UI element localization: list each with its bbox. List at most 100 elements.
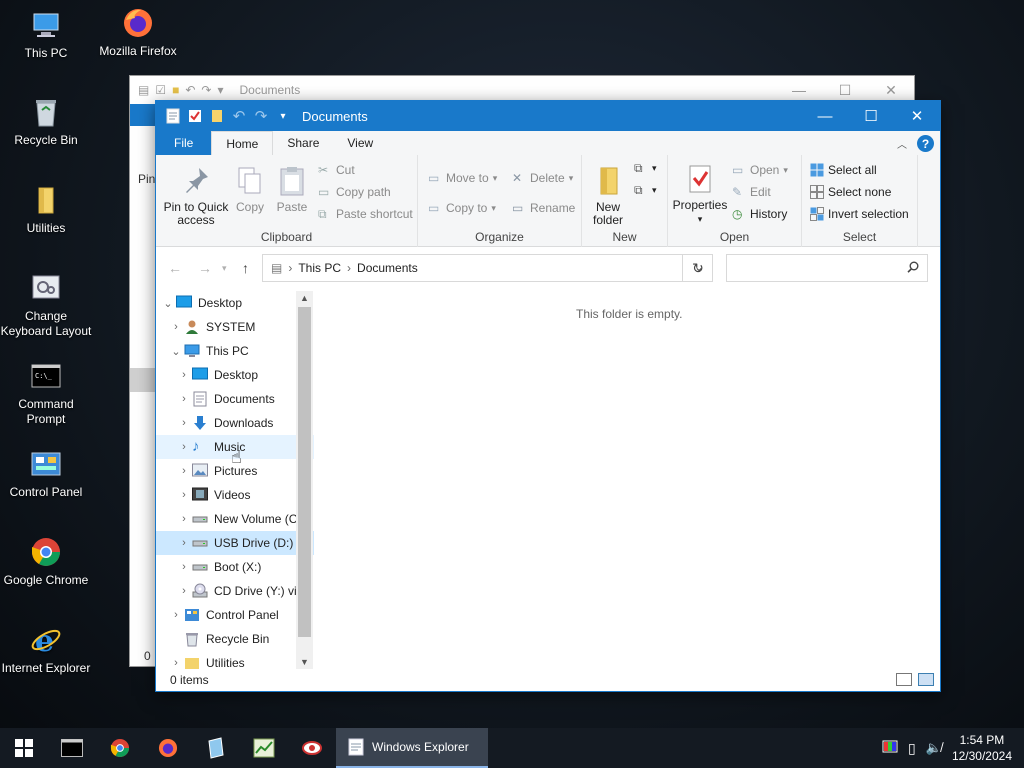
address-bar[interactable]: ▤ › This PC › Documents ⌄ — [262, 254, 713, 282]
tree-item-boot[interactable]: › Boot (X:) — [156, 555, 314, 579]
open-button[interactable]: ▭ Open ▾ — [732, 163, 788, 177]
chevron-right-icon[interactable]: › — [176, 393, 192, 405]
navigation-scrollbar[interactable]: ▲ ▼ — [296, 291, 313, 669]
tree-item-new-volume[interactable]: › New Volume (C — [156, 507, 314, 531]
desktop-icon-internet-explorer[interactable]: e Internet Explorer — [0, 623, 94, 676]
desktop-icon-keyboard-layout[interactable]: Change Keyboard Layout — [0, 271, 94, 339]
scroll-down-button[interactable]: ▼ — [296, 657, 313, 667]
clock[interactable]: 1:54 PM 12/30/2024 — [952, 732, 1012, 764]
tree-item-desktop-root[interactable]: ⌄ Desktop — [156, 291, 314, 315]
taskbar-chrome[interactable] — [96, 728, 144, 768]
tree-item-downloads[interactable]: › Downloads — [156, 411, 314, 435]
taskbar-notepad[interactable] — [192, 728, 240, 768]
taskbar-remote-desktop[interactable] — [288, 728, 336, 768]
chevron-right-icon[interactable]: › — [176, 561, 192, 573]
title-bar[interactable]: ↶ ↷ ▾ Documents — ☐ ✕ — [156, 101, 940, 131]
edit-button[interactable]: ✎ Edit — [732, 185, 771, 199]
cut-button[interactable]: ✂ Cut — [318, 163, 355, 177]
copy-path-button[interactable]: ▭ Copy path — [318, 185, 391, 199]
tree-item-utilities[interactable]: › Utilities — [156, 651, 314, 669]
tree-item-usb-drive[interactable]: › USB Drive (D:) — [156, 531, 314, 555]
taskbar-command-prompt[interactable] — [48, 728, 96, 768]
copy-to-button[interactable]: ▭ Copy to ▾ — [428, 201, 496, 215]
explorer-window[interactable]: ↶ ↷ ▾ Documents — ☐ ✕ File Home Share Vi… — [155, 100, 941, 692]
new-item-button[interactable]: ⧉ ▾ — [634, 161, 657, 175]
pin-quick-access-button[interactable]: Pin to Quick access — [162, 165, 230, 227]
collapse-ribbon-icon[interactable]: ︿ — [897, 136, 907, 151]
maximize-button[interactable]: ☐ — [848, 101, 894, 131]
new-folder-button[interactable]: New folder — [586, 165, 630, 227]
chevron-right-icon[interactable]: › — [168, 609, 184, 621]
desktop-icon-control-panel[interactable]: Control Panel — [0, 447, 94, 500]
chevron-right-icon[interactable]: › — [176, 465, 192, 477]
tree-item-system[interactable]: › SYSTEM — [156, 315, 314, 339]
tree-item-documents[interactable]: › Documents — [156, 387, 314, 411]
invert-selection-button[interactable]: Invert selection — [810, 207, 909, 221]
chevron-down-icon[interactable]: ⌄ — [168, 345, 184, 358]
move-to-button[interactable]: ▭ Move to ▾ — [428, 171, 497, 185]
tree-item-recycle-bin[interactable]: Recycle Bin — [156, 627, 314, 651]
properties-icon[interactable] — [186, 107, 204, 125]
help-button[interactable]: ? — [917, 135, 934, 152]
large-icons-view-icon[interactable] — [918, 673, 934, 686]
minimize-button[interactable]: — — [802, 101, 848, 131]
up-button[interactable]: ↑ — [242, 260, 249, 276]
start-button[interactable] — [0, 728, 48, 768]
desktop-icon-this-pc[interactable]: This PC — [0, 8, 94, 61]
refresh-button[interactable]: ↻ — [682, 254, 713, 282]
navigation-pane[interactable]: ⌄ Desktop › SYSTEM ⌄ This PC › Desktop ›… — [156, 291, 314, 669]
chevron-right-icon[interactable]: › — [168, 657, 184, 669]
paste-button[interactable]: Paste — [272, 165, 312, 214]
tree-item-desktop[interactable]: › Desktop — [156, 363, 314, 387]
usb-icon[interactable]: ▯ — [908, 740, 916, 757]
scroll-up-button[interactable]: ▲ — [296, 293, 313, 303]
desktop-icon-utilities[interactable]: Utilities — [0, 183, 94, 236]
copy-button[interactable]: Copy — [232, 165, 268, 214]
properties-button[interactable]: Properties ▾ — [672, 163, 728, 226]
scrollbar-thumb[interactable] — [298, 307, 311, 637]
redo-icon[interactable]: ↷ — [252, 107, 270, 125]
history-button[interactable]: ◷ History — [732, 207, 787, 221]
tab-share[interactable]: Share — [273, 131, 334, 155]
select-none-button[interactable]: Select none — [810, 185, 891, 199]
delete-button[interactable]: ✕ Delete ▾ — [512, 171, 573, 185]
chevron-right-icon[interactable]: › — [176, 585, 192, 597]
desktop-icon-chrome[interactable]: Google Chrome — [0, 535, 94, 588]
select-all-button[interactable]: Select all — [810, 163, 877, 177]
desktop-icon-command-prompt[interactable]: C:\_ Command Prompt — [0, 359, 94, 427]
new-folder-icon[interactable] — [208, 107, 226, 125]
chevron-right-icon[interactable]: › — [176, 537, 192, 549]
recent-locations-button[interactable]: ▾ — [222, 263, 227, 274]
desktop-icon-firefox[interactable]: Mozilla Firefox — [90, 6, 186, 59]
breadcrumb-documents[interactable]: Documents — [357, 261, 418, 275]
tab-file[interactable]: File — [156, 131, 212, 155]
display-icon[interactable] — [882, 739, 898, 758]
details-view-icon[interactable] — [896, 673, 912, 686]
chevron-right-icon[interactable]: › — [176, 441, 192, 453]
taskbar-task-manager[interactable] — [240, 728, 288, 768]
tree-item-control-panel[interactable]: › Control Panel — [156, 603, 314, 627]
taskbar-windows-explorer[interactable]: Windows Explorer — [336, 728, 488, 768]
tree-item-cd-drive[interactable]: › CD Drive (Y:) vi — [156, 579, 314, 603]
tab-view[interactable]: View — [333, 131, 388, 155]
search-box[interactable] — [726, 254, 928, 282]
easy-access-button[interactable]: ⧉ ▾ — [634, 183, 657, 197]
breadcrumb-this-pc[interactable]: This PC — [298, 261, 341, 275]
chevron-right-icon[interactable]: › — [176, 513, 192, 525]
paste-shortcut-button[interactable]: ⧉ Paste shortcut — [318, 207, 413, 221]
chevron-down-icon[interactable]: ⌄ — [160, 297, 176, 310]
taskbar-firefox[interactable] — [144, 728, 192, 768]
undo-icon[interactable]: ↶ — [230, 107, 248, 125]
tree-item-videos[interactable]: › Videos — [156, 483, 314, 507]
back-button[interactable]: ← — [168, 260, 182, 276]
tree-item-this-pc[interactable]: ⌄ This PC — [156, 339, 314, 363]
forward-button[interactable]: → — [198, 260, 212, 276]
rename-button[interactable]: ▭ Rename — [512, 201, 575, 215]
chevron-right-icon[interactable]: › — [176, 489, 192, 501]
desktop-icon-recycle-bin[interactable]: Recycle Bin — [0, 95, 94, 148]
chevron-right-icon[interactable]: › — [176, 417, 192, 429]
close-button[interactable]: ✕ — [894, 101, 940, 131]
chevron-right-icon[interactable]: › — [176, 369, 192, 381]
chevron-down-icon[interactable]: ▾ — [274, 107, 292, 125]
tab-home[interactable]: Home — [211, 131, 274, 155]
